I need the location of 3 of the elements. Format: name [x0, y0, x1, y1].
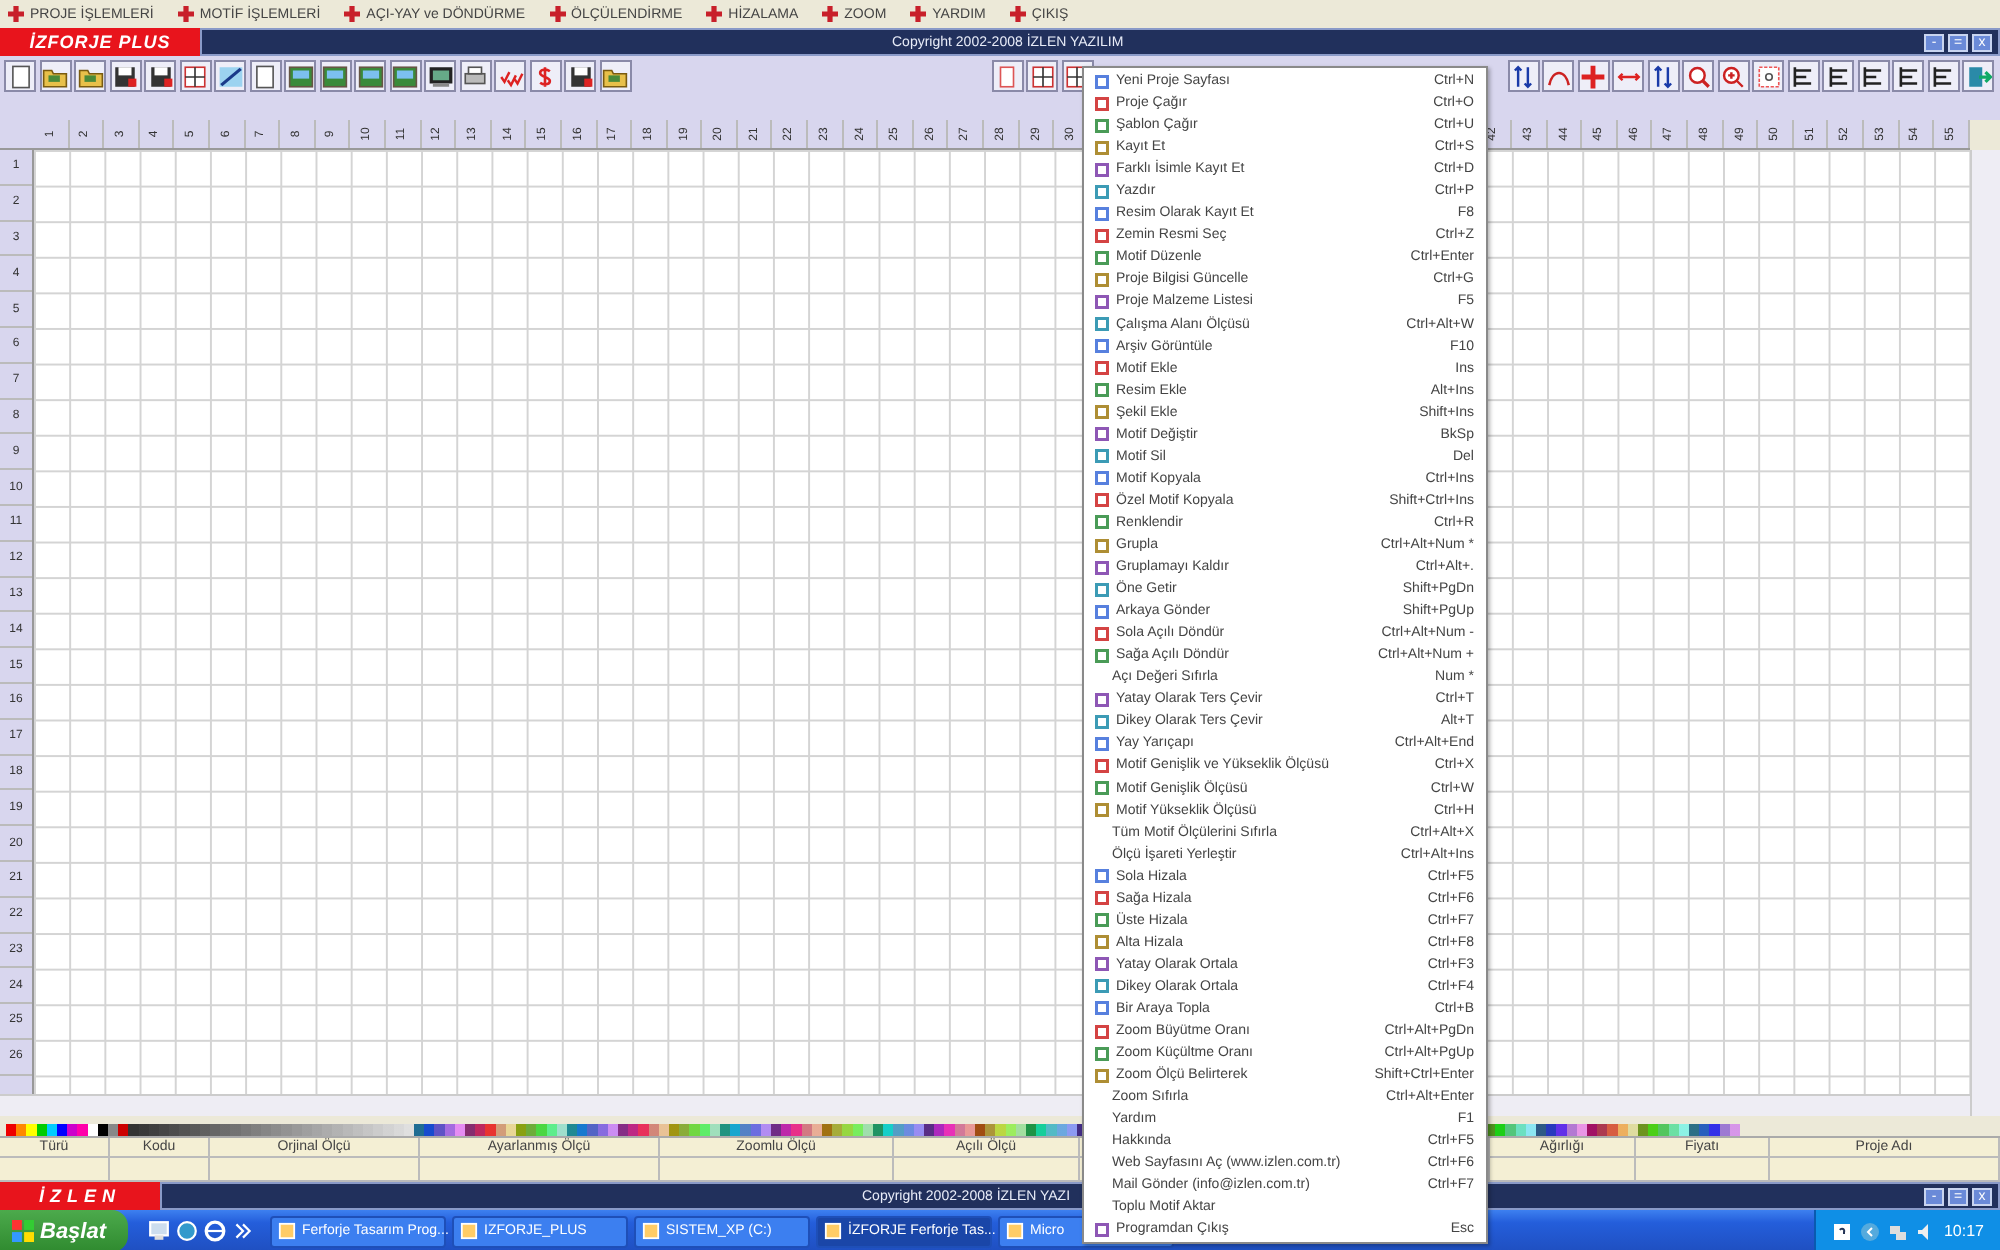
- company-logo: İZLEN: [0, 1182, 160, 1210]
- app-logo: İZFORJE PLUS: [0, 28, 200, 56]
- clock: 10:17: [1943, 1222, 1984, 1240]
